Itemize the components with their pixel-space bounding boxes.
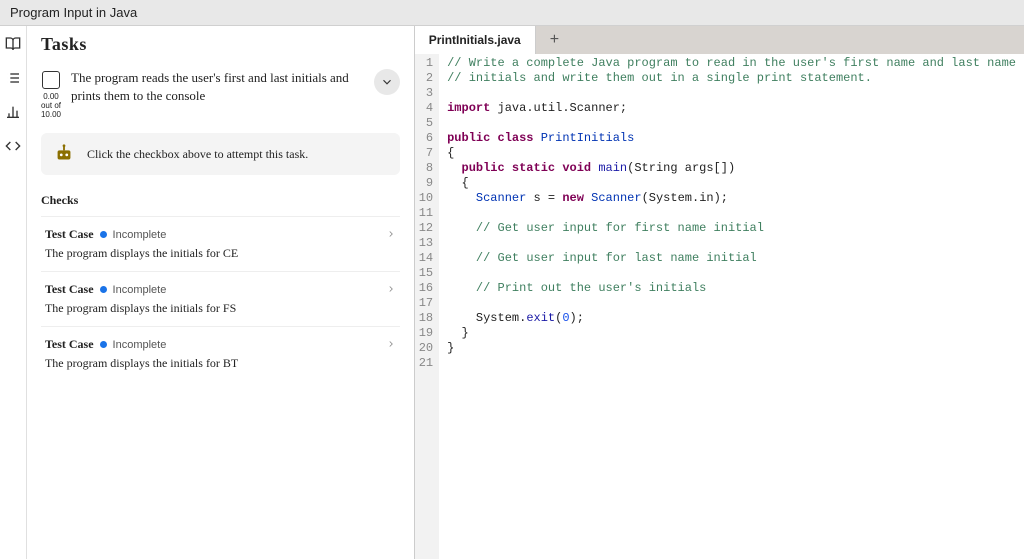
- chevron-right-icon: [386, 227, 396, 242]
- check-description: The program displays the initials for BT: [45, 356, 396, 371]
- status-dot-icon: [100, 286, 107, 293]
- status-dot-icon: [100, 341, 107, 348]
- check-item[interactable]: Test Case Incomplete The program display…: [41, 326, 400, 381]
- left-rail: [0, 26, 27, 559]
- check-label: Test Case: [45, 282, 94, 297]
- task-score: 0.00 out of 10.00: [41, 93, 61, 119]
- task-description: The program reads the user's first and l…: [71, 69, 364, 105]
- check-status: Incomplete: [113, 284, 167, 296]
- task-checkbox[interactable]: [42, 71, 60, 89]
- window-header: Program Input in Java: [0, 0, 1024, 26]
- task-header: 0.00 out of 10.00 The program reads the …: [41, 69, 400, 119]
- check-status: Incomplete: [113, 339, 167, 351]
- chart-icon[interactable]: [5, 104, 21, 120]
- check-item[interactable]: Test Case Incomplete The program display…: [41, 271, 400, 326]
- hint-row: Click the checkbox above to attempt this…: [41, 133, 400, 175]
- code-editor[interactable]: 123456789101112131415161718192021 // Wri…: [415, 54, 1024, 559]
- check-description: The program displays the initials for FS: [45, 301, 396, 316]
- tasks-panel: Tasks 0.00 out of 10.00 The program read…: [27, 26, 415, 559]
- check-item[interactable]: Test Case Incomplete The program display…: [41, 216, 400, 271]
- check-status: Incomplete: [113, 229, 167, 241]
- editor-panel: PrintInitials.java + 1234567891011121314…: [415, 26, 1024, 559]
- status-dot-icon: [100, 231, 107, 238]
- code-content[interactable]: // Write a complete Java program to read…: [439, 54, 1024, 559]
- chevron-right-icon: [386, 282, 396, 297]
- file-tab[interactable]: PrintInitials.java: [415, 26, 536, 54]
- check-label: Test Case: [45, 337, 94, 352]
- chevron-down-icon: [380, 75, 394, 89]
- list-icon[interactable]: [5, 70, 21, 86]
- line-gutter: 123456789101112131415161718192021: [415, 54, 439, 559]
- code-icon[interactable]: [5, 138, 21, 154]
- tab-bar: PrintInitials.java +: [415, 26, 1024, 54]
- checks-title: Checks: [41, 193, 400, 208]
- check-description: The program displays the initials for CE: [45, 246, 396, 261]
- robot-icon: [53, 143, 75, 165]
- hint-text: Click the checkbox above to attempt this…: [87, 147, 308, 162]
- tab-label: PrintInitials.java: [429, 33, 521, 47]
- expand-button[interactable]: [374, 69, 400, 95]
- add-tab-button[interactable]: +: [536, 26, 573, 54]
- tasks-title: Tasks: [41, 34, 400, 55]
- chevron-right-icon: [386, 337, 396, 352]
- window-title: Program Input in Java: [10, 5, 137, 20]
- book-icon[interactable]: [5, 36, 21, 52]
- check-label: Test Case: [45, 227, 94, 242]
